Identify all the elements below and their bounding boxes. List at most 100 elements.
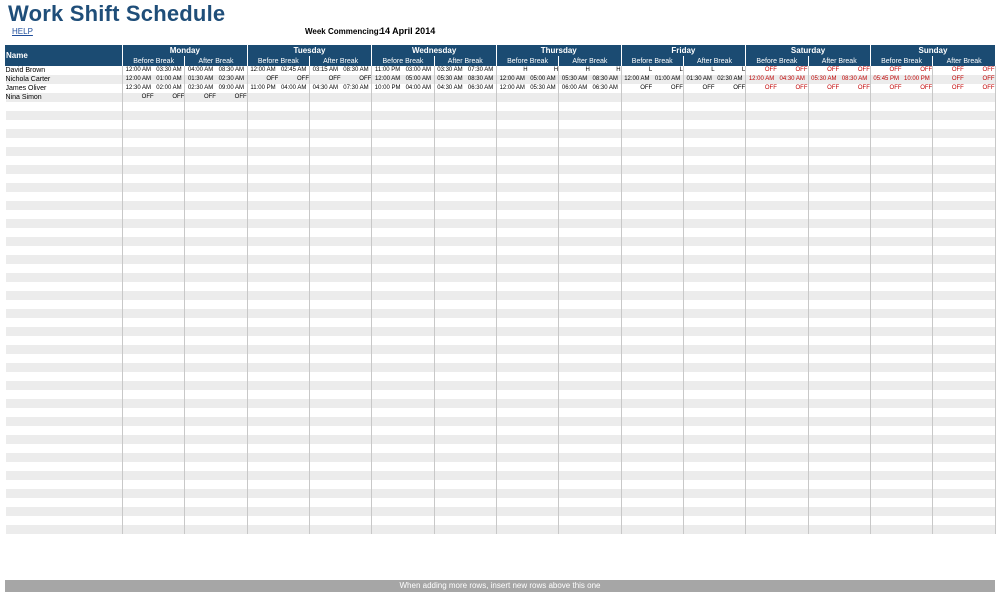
shift-cell[interactable] xyxy=(714,102,747,111)
shift-cell[interactable] xyxy=(340,489,373,498)
shift-cell[interactable] xyxy=(215,417,248,426)
shift-cell[interactable] xyxy=(465,246,497,255)
employee-name-cell[interactable] xyxy=(5,255,123,264)
shift-cell[interactable] xyxy=(933,300,964,309)
shift-cell[interactable] xyxy=(621,372,652,381)
shift-cell[interactable] xyxy=(215,201,248,210)
shift-cell[interactable] xyxy=(932,507,964,516)
shift-cell[interactable] xyxy=(559,372,590,381)
shift-cell[interactable] xyxy=(839,300,871,309)
shift-cell[interactable] xyxy=(402,219,435,228)
shift-cell[interactable] xyxy=(402,192,435,201)
shift-cell[interactable] xyxy=(745,345,777,354)
shift-cell[interactable] xyxy=(652,129,684,138)
shift-cell[interactable] xyxy=(309,516,340,525)
shift-cell[interactable] xyxy=(215,525,248,534)
shift-cell[interactable] xyxy=(870,372,901,381)
shift-cell[interactable]: 06:30 AM xyxy=(465,84,497,93)
shift-cell[interactable] xyxy=(621,399,653,408)
shift-cell[interactable] xyxy=(340,246,373,255)
shift-cell[interactable] xyxy=(465,399,497,408)
shift-cell[interactable] xyxy=(278,444,310,453)
shift-cell[interactable] xyxy=(621,318,652,327)
shift-cell[interactable] xyxy=(184,219,216,228)
shift-cell[interactable] xyxy=(184,291,216,300)
shift-cell[interactable] xyxy=(901,192,934,201)
shift-cell[interactable] xyxy=(465,507,497,516)
shift-cell[interactable] xyxy=(309,210,340,219)
shift-cell[interactable] xyxy=(278,201,310,210)
shift-cell[interactable] xyxy=(247,471,279,480)
shift-cell[interactable] xyxy=(185,498,216,507)
shift-cell[interactable] xyxy=(559,354,590,363)
shift-cell[interactable] xyxy=(963,120,996,129)
shift-cell[interactable] xyxy=(559,192,590,201)
shift-cell[interactable] xyxy=(714,399,747,408)
shift-cell[interactable] xyxy=(963,516,996,525)
shift-cell[interactable] xyxy=(402,354,435,363)
shift-cell[interactable] xyxy=(402,453,435,462)
shift-cell[interactable] xyxy=(745,489,777,498)
shift-cell[interactable] xyxy=(372,210,403,219)
shift-cell[interactable] xyxy=(371,399,403,408)
shift-cell[interactable] xyxy=(372,300,403,309)
shift-cell[interactable] xyxy=(340,507,373,516)
shift-cell[interactable] xyxy=(621,498,652,507)
shift-cell[interactable] xyxy=(184,507,216,516)
shift-cell[interactable] xyxy=(652,147,684,156)
shift-cell[interactable] xyxy=(963,255,996,264)
shift-cell[interactable] xyxy=(559,120,590,129)
shift-cell[interactable] xyxy=(122,129,154,138)
shift-cell[interactable] xyxy=(901,120,934,129)
shift-cell[interactable] xyxy=(215,336,248,345)
employee-name-cell[interactable] xyxy=(5,336,123,345)
shift-cell[interactable] xyxy=(621,363,653,372)
shift-cell[interactable] xyxy=(714,255,747,264)
shift-cell[interactable] xyxy=(309,183,341,192)
shift-cell[interactable] xyxy=(122,399,154,408)
shift-cell[interactable] xyxy=(496,318,527,327)
shift-cell[interactable] xyxy=(465,471,497,480)
shift-cell[interactable] xyxy=(402,300,435,309)
shift-cell[interactable] xyxy=(372,426,403,435)
shift-cell[interactable] xyxy=(434,390,465,399)
shift-cell[interactable] xyxy=(434,462,465,471)
shift-cell[interactable] xyxy=(621,246,652,255)
shift-cell[interactable] xyxy=(372,372,403,381)
shift-cell[interactable] xyxy=(776,120,809,129)
shift-cell[interactable] xyxy=(340,156,373,165)
shift-cell[interactable] xyxy=(589,408,622,417)
shift-cell[interactable] xyxy=(745,273,777,282)
shift-cell[interactable] xyxy=(652,345,684,354)
shift-cell[interactable] xyxy=(402,309,435,318)
shift-cell[interactable] xyxy=(122,111,154,120)
shift-cell[interactable] xyxy=(683,426,714,435)
shift-cell[interactable] xyxy=(714,426,747,435)
shift-cell[interactable] xyxy=(278,120,310,129)
shift-cell[interactable]: 10:00 PM xyxy=(901,75,934,84)
shift-cell[interactable] xyxy=(963,210,996,219)
shift-cell[interactable] xyxy=(371,381,403,390)
shift-cell[interactable] xyxy=(933,444,964,453)
shift-cell[interactable] xyxy=(527,471,560,480)
shift-cell[interactable] xyxy=(496,327,528,336)
shift-cell[interactable] xyxy=(247,480,278,489)
shift-cell[interactable] xyxy=(215,399,248,408)
shift-cell[interactable] xyxy=(123,156,154,165)
shift-cell[interactable]: 12:00 AM xyxy=(371,75,403,84)
shift-cell[interactable] xyxy=(714,408,747,417)
shift-cell[interactable] xyxy=(933,192,964,201)
shift-cell[interactable] xyxy=(122,507,154,516)
shift-cell[interactable] xyxy=(839,291,871,300)
shift-cell[interactable] xyxy=(153,111,186,120)
shift-cell[interactable] xyxy=(776,480,809,489)
shift-cell[interactable] xyxy=(963,129,996,138)
shift-cell[interactable] xyxy=(247,336,278,345)
shift-cell[interactable] xyxy=(963,480,996,489)
shift-cell[interactable] xyxy=(558,93,590,102)
shift-cell[interactable] xyxy=(652,453,684,462)
shift-cell[interactable] xyxy=(153,462,186,471)
shift-cell[interactable] xyxy=(122,417,154,426)
shift-cell[interactable] xyxy=(621,417,653,426)
shift-cell[interactable] xyxy=(589,174,622,183)
